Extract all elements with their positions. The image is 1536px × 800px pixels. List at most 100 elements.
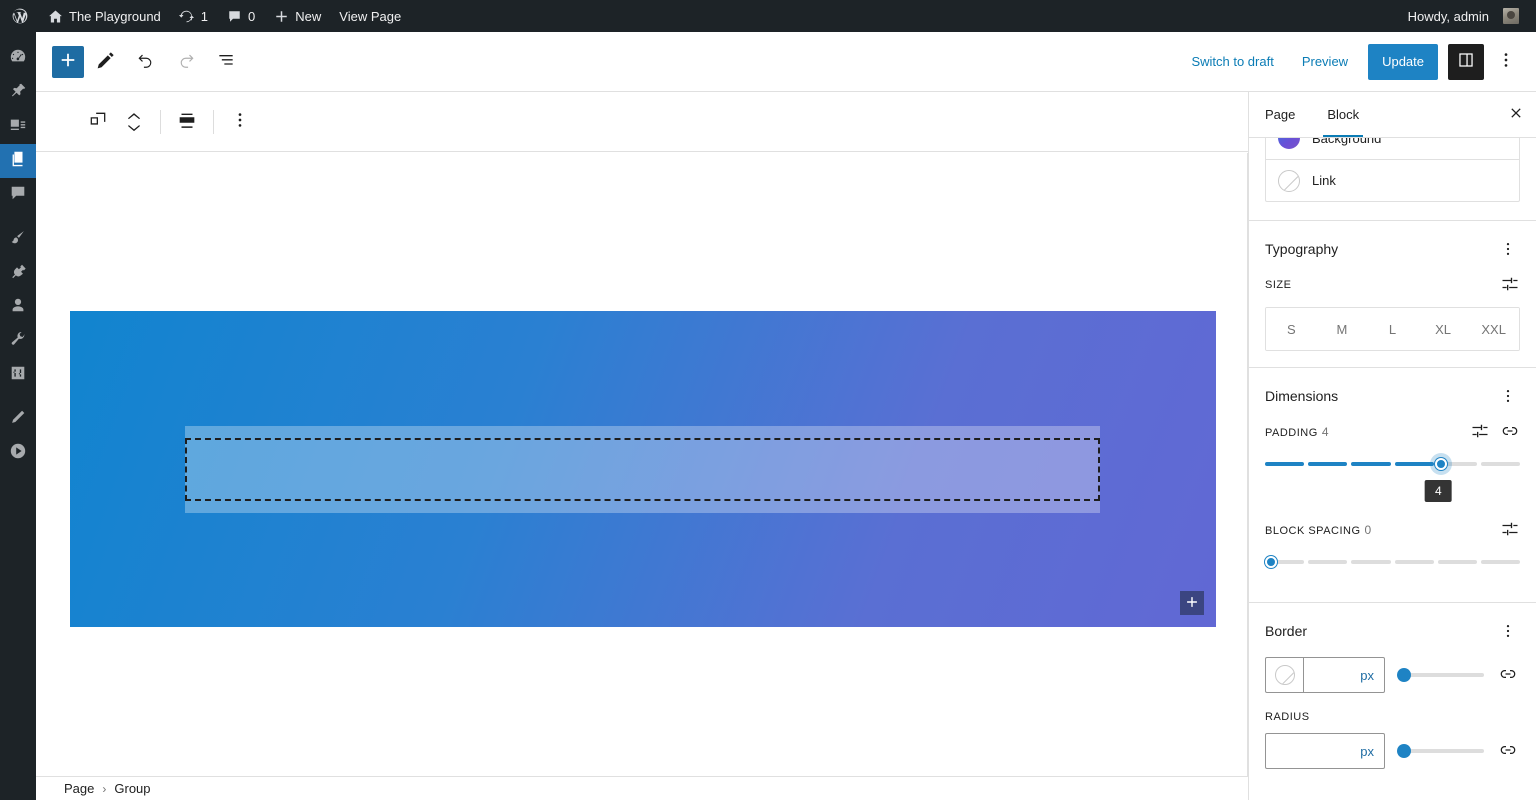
- preview-button[interactable]: Preview: [1290, 48, 1360, 75]
- border-width-input[interactable]: px: [1265, 657, 1385, 693]
- border-radius-slider[interactable]: [1397, 744, 1484, 758]
- settings-tabs: Page Block: [1249, 92, 1536, 138]
- sidebar-item-comments[interactable]: [0, 178, 36, 212]
- tools-button[interactable]: [88, 44, 124, 80]
- undo-button[interactable]: [128, 44, 164, 80]
- sidebar-item-appearance[interactable]: [0, 222, 36, 256]
- dashboard-icon: [9, 48, 27, 71]
- sidebar-item-users[interactable]: [0, 290, 36, 324]
- comments-button[interactable]: 0: [217, 0, 264, 32]
- font-size-option-xl[interactable]: XL: [1417, 308, 1469, 350]
- sidebar-item-plugins[interactable]: [0, 256, 36, 290]
- sidebar-item-edit[interactable]: [0, 402, 36, 436]
- avatar: [1503, 8, 1519, 24]
- settings-sidebar-toggle[interactable]: [1448, 43, 1484, 80]
- switch-to-draft-button[interactable]: Switch to draft: [1179, 48, 1285, 75]
- border-radius-unit[interactable]: px: [1360, 744, 1374, 759]
- comment-bubble-icon: [226, 8, 242, 24]
- block-spacing-label-text: BLOCK SPACING: [1265, 525, 1361, 537]
- padding-label-text: PADDING: [1265, 427, 1318, 439]
- range-segment: [1394, 462, 1434, 466]
- group-block[interactable]: [70, 311, 1216, 627]
- border-radius-slider-thumb[interactable]: [1397, 744, 1411, 758]
- font-size-toggle-button[interactable]: [1500, 275, 1520, 295]
- editor-options-button[interactable]: [1488, 44, 1524, 80]
- account-menu-button[interactable]: Howdy, admin: [1399, 0, 1528, 32]
- block-spacing-range-slider[interactable]: [1265, 552, 1521, 572]
- pages-icon: [9, 150, 27, 173]
- font-size-option-xxl[interactable]: XXL: [1468, 308, 1519, 350]
- border-radius-input[interactable]: px: [1265, 733, 1385, 769]
- font-size-option-l[interactable]: L: [1367, 308, 1418, 350]
- border-color-swatch-button[interactable]: [1266, 658, 1304, 692]
- range-segment: [1351, 560, 1391, 564]
- font-size-segmented-control[interactable]: S M L XL XXL: [1265, 307, 1520, 351]
- comment-icon: [9, 184, 27, 207]
- list-view-button[interactable]: [208, 44, 244, 80]
- wp-admin-bar: The Playground 1 0 New View Page Howdy, …: [0, 0, 1536, 32]
- radius-link-sides-button[interactable]: [1496, 739, 1520, 763]
- new-content-button[interactable]: New: [264, 0, 330, 32]
- padding-slider-thumb[interactable]: [1434, 458, 1447, 470]
- dimensions-options-button[interactable]: [1496, 384, 1520, 408]
- color-row-link[interactable]: Link: [1266, 159, 1519, 201]
- padding-range-slider[interactable]: 4: [1265, 454, 1521, 502]
- padding-value-tooltip: 4: [1425, 480, 1452, 502]
- block-options-button[interactable]: [222, 104, 258, 140]
- padding-link-sides-button[interactable]: [1500, 422, 1520, 442]
- wordpress-logo-button[interactable]: [0, 0, 38, 32]
- editor-header-left: [52, 44, 244, 80]
- breadcrumb-item-page[interactable]: Page: [64, 781, 94, 796]
- view-page-button[interactable]: View Page: [330, 0, 410, 32]
- sidebar-item-posts[interactable]: [0, 76, 36, 110]
- padding-toggle-button[interactable]: [1470, 422, 1490, 442]
- border-width-row: px: [1265, 657, 1520, 693]
- howdy-label: Howdy, admin: [1407, 8, 1489, 24]
- block-spacing-slider-thumb[interactable]: [1265, 556, 1277, 568]
- close-sidebar-button[interactable]: [1496, 92, 1536, 137]
- block-toolbar: [36, 92, 1248, 152]
- update-button[interactable]: Update: [1368, 43, 1438, 80]
- typography-options-button[interactable]: [1496, 237, 1520, 261]
- breadcrumb-item-group[interactable]: Group: [114, 781, 150, 796]
- align-button[interactable]: [169, 104, 205, 140]
- editor-canvas[interactable]: [36, 153, 1248, 800]
- link-sides-icon: [1498, 664, 1518, 687]
- sidebar-item-tools[interactable]: [0, 324, 36, 358]
- block-appender-button[interactable]: [1180, 591, 1204, 615]
- tab-page[interactable]: Page: [1249, 92, 1311, 137]
- redo-button[interactable]: [168, 44, 204, 80]
- sidebar-item-pages[interactable]: [0, 144, 36, 178]
- list-view-icon: [216, 50, 236, 73]
- typography-title: Typography: [1265, 241, 1339, 257]
- link-swatch-none-icon: [1278, 169, 1300, 192]
- revisions-button[interactable]: 1: [170, 0, 217, 32]
- comments-count: 0: [248, 8, 256, 24]
- add-block-button[interactable]: [52, 45, 84, 78]
- block-spacing-value: 0: [1364, 523, 1372, 537]
- site-name-button[interactable]: The Playground: [38, 0, 170, 32]
- sidebar-item-media[interactable]: [0, 110, 36, 144]
- settings-panel-scroll[interactable]: Background Link Typography SIZE S M L XL…: [1249, 138, 1536, 800]
- border-options-button[interactable]: [1496, 619, 1520, 643]
- sidebar-item-settings[interactable]: [0, 358, 36, 392]
- color-row-background[interactable]: Background: [1266, 138, 1519, 159]
- font-size-option-s[interactable]: S: [1266, 308, 1317, 350]
- block-spacing-toggle-button[interactable]: [1500, 520, 1520, 540]
- border-link-sides-button[interactable]: [1496, 663, 1520, 687]
- border-width-unit[interactable]: px: [1304, 668, 1384, 683]
- block-movers[interactable]: [116, 104, 152, 140]
- border-width-slider[interactable]: [1397, 668, 1484, 682]
- close-icon: [1508, 105, 1524, 124]
- font-size-label: SIZE: [1265, 279, 1292, 291]
- tab-block[interactable]: Block: [1311, 92, 1375, 137]
- sidebar-item-dashboard[interactable]: [0, 42, 36, 76]
- border-width-slider-thumb[interactable]: [1397, 668, 1411, 682]
- movers-group: [120, 110, 148, 134]
- inner-group-block[interactable]: [185, 426, 1100, 513]
- admin-bar-right-group: Howdy, admin: [1399, 0, 1536, 32]
- sidebar-item-player[interactable]: [0, 436, 36, 470]
- range-segment: [1351, 462, 1391, 466]
- font-size-option-m[interactable]: M: [1316, 308, 1368, 350]
- block-type-button[interactable]: [80, 104, 116, 140]
